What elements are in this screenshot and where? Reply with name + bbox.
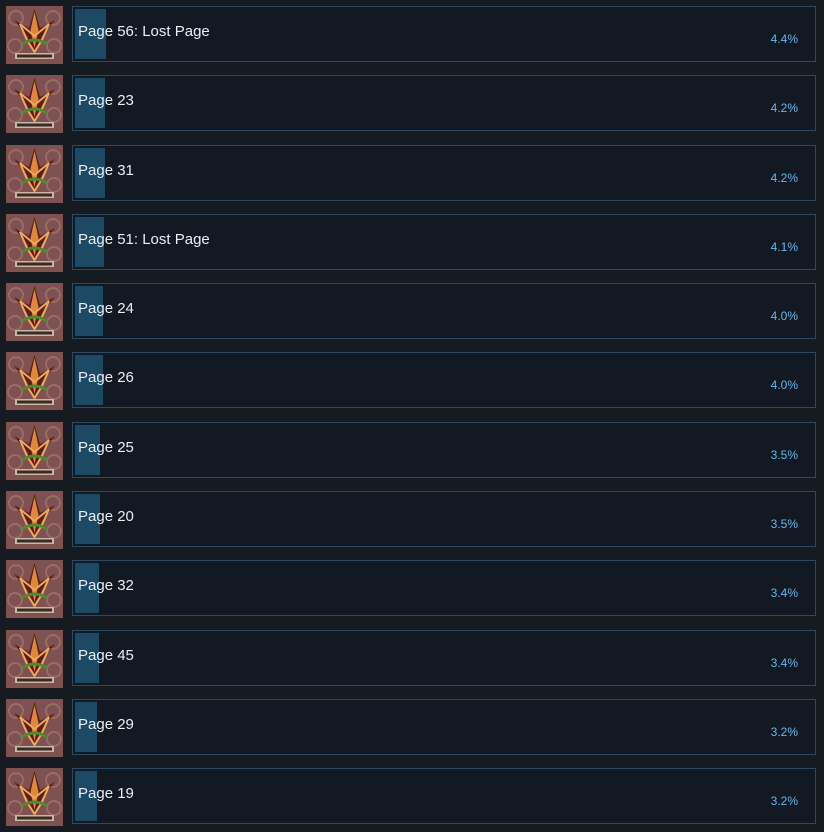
achievement-title: Page 51: Lost Page — [78, 230, 210, 248]
achievement-title: Page 56: Lost Page — [78, 23, 210, 40]
achievement-row[interactable]: Page 56: Lost Page 4.4% — [0, 6, 824, 64]
ornate-emblem-icon — [6, 352, 63, 411]
achievement-progress-card: Page 29 3.2% — [72, 698, 816, 755]
achievement-progress-card: Page 24 4.0% — [72, 283, 816, 340]
achievement-row[interactable]: Page 20 3.5% — [0, 491, 824, 550]
ornate-emblem-icon — [6, 560, 63, 619]
achievement-title: Page 31 — [78, 161, 134, 179]
achievement-percent: 4.0% — [770, 378, 798, 393]
achievement-progress-card: Page 25 3.5% — [72, 421, 816, 478]
achievement-progress-card: Page 19 3.2% — [72, 768, 816, 825]
achievement-percent: 3.2% — [770, 724, 798, 739]
achievement-title: Page 26 — [78, 369, 134, 387]
achievement-title: Page 32 — [78, 577, 134, 595]
achievement-progress-card: Page 45 3.4% — [72, 629, 816, 686]
achievement-row[interactable]: Page 31 4.2% — [0, 144, 824, 203]
achievement-title: Page 19 — [78, 785, 134, 803]
ornate-emblem-icon — [6, 629, 63, 688]
achievement-progress-card: Page 31 4.2% — [72, 144, 816, 201]
ornate-emblem-icon — [6, 698, 63, 757]
ornate-emblem-icon — [6, 768, 63, 827]
achievement-title: Page 24 — [78, 300, 134, 318]
achievement-row[interactable]: Page 45 3.4% — [0, 629, 824, 688]
achievement-percent: 3.5% — [770, 517, 798, 532]
achievement-row[interactable]: Page 25 3.5% — [0, 421, 824, 480]
achievement-progress-card: Page 32 3.4% — [72, 560, 816, 617]
achievement-progress-card: Page 20 3.5% — [72, 491, 816, 548]
ornate-emblem-icon — [6, 75, 63, 134]
achievement-percent: 4.2% — [770, 101, 798, 116]
achievement-percent: 3.2% — [770, 794, 798, 809]
ornate-emblem-icon — [6, 491, 63, 550]
achievement-row[interactable]: Page 24 4.0% — [0, 283, 824, 342]
achievement-row[interactable]: Page 19 3.2% — [0, 768, 824, 827]
achievement-progress-card: Page 51: Lost Page 4.1% — [72, 213, 816, 270]
ornate-emblem-icon — [6, 421, 63, 480]
achievement-percent: 4.2% — [770, 170, 798, 185]
achievement-row[interactable]: Page 29 3.2% — [0, 698, 824, 757]
achievement-title: Page 23 — [78, 92, 134, 110]
achievement-percent: 3.4% — [770, 655, 798, 670]
ornate-emblem-icon — [6, 144, 63, 203]
achievement-title: Page 45 — [78, 646, 134, 664]
achievement-title: Page 20 — [78, 508, 134, 526]
achievement-list: Page 56: Lost Page 4.4% Page 23 4.2% Pag… — [0, 0, 824, 832]
achievement-row[interactable]: Page 51: Lost Page 4.1% — [0, 213, 824, 272]
ornate-emblem-icon — [6, 283, 63, 342]
achievement-percent: 3.4% — [770, 586, 798, 601]
achievement-percent: 3.5% — [770, 447, 798, 462]
achievement-title: Page 29 — [78, 715, 134, 733]
achievement-title: Page 25 — [78, 438, 134, 456]
achievement-row[interactable]: Page 26 4.0% — [0, 352, 824, 411]
ornate-emblem-icon — [6, 213, 63, 272]
ornate-emblem-icon — [6, 6, 63, 64]
achievement-progress-card: Page 23 4.2% — [72, 75, 816, 132]
achievement-percent: 4.1% — [770, 239, 798, 254]
achievement-percent: 4.4% — [770, 32, 798, 46]
achievement-row[interactable]: Page 23 4.2% — [0, 75, 824, 134]
achievement-row[interactable]: Page 32 3.4% — [0, 560, 824, 619]
achievement-percent: 4.0% — [770, 309, 798, 324]
achievement-progress-card: Page 56: Lost Page 4.4% — [72, 6, 816, 62]
achievement-progress-card: Page 26 4.0% — [72, 352, 816, 409]
